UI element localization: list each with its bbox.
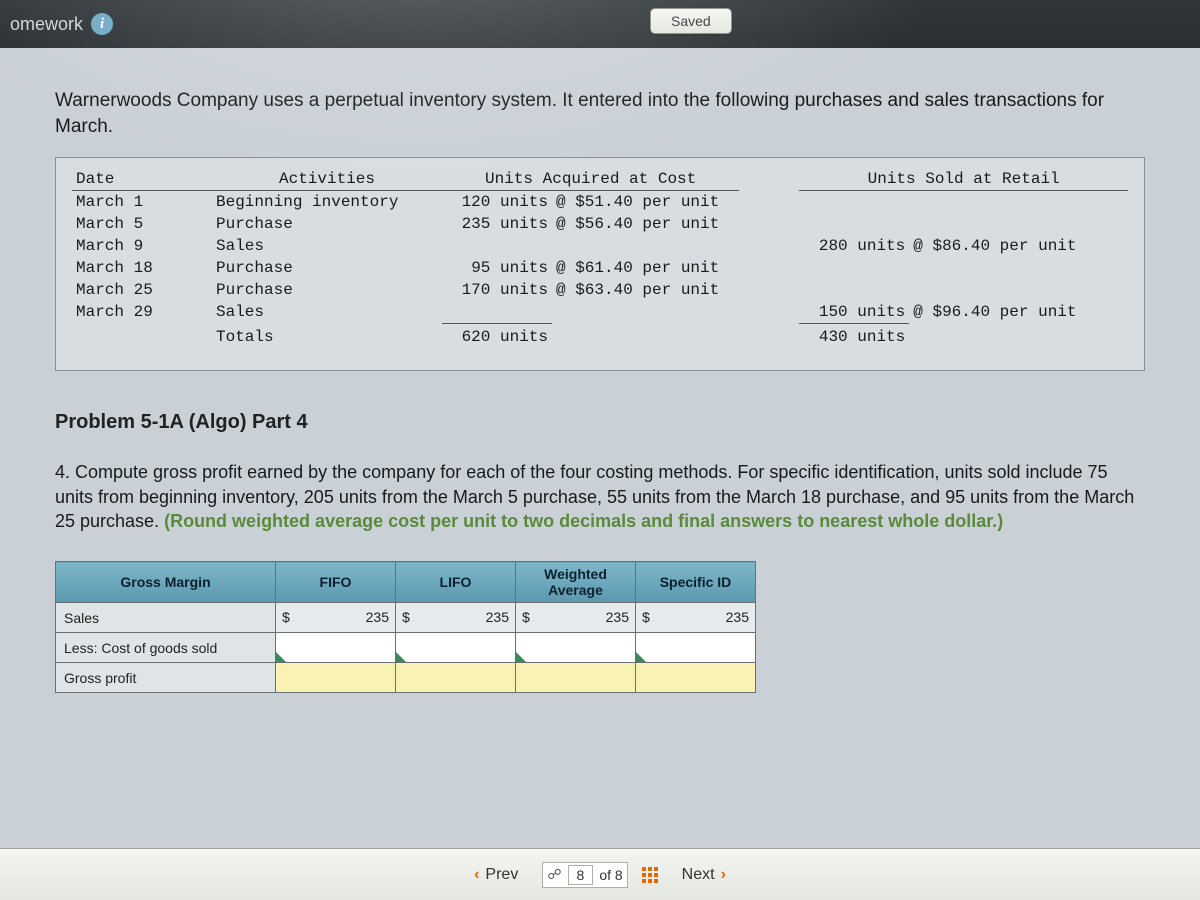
table-cell: March 18	[72, 257, 212, 279]
question-text: 4. Compute gross profit earned by the co…	[55, 460, 1145, 533]
link-icon: ☍	[547, 866, 561, 883]
next-button[interactable]: Next ›	[672, 862, 736, 888]
gp-specid-cell	[636, 663, 756, 693]
row-gross-profit: Gross profit	[56, 663, 276, 693]
col-specific-id: Specific ID	[636, 562, 756, 603]
table-cell: March 29	[72, 301, 212, 324]
table-cell: 280 units	[799, 235, 909, 257]
table-cell: @ $86.40 per unit	[909, 235, 1128, 257]
chevron-left-icon: ‹	[474, 866, 479, 884]
table-cell: 150 units	[799, 301, 909, 324]
cell-handle-icon	[516, 652, 526, 662]
page-indicator[interactable]: ☍ 8 of 8	[542, 862, 627, 888]
table-cell: Beginning inventory	[212, 191, 442, 214]
table-cell: 235 units	[442, 213, 552, 235]
table-cell: Purchase	[212, 257, 442, 279]
gp-wavg-cell	[516, 663, 636, 693]
totals-acq: 620 units	[442, 324, 552, 349]
table-cell: March 1	[72, 191, 212, 214]
col-date: Date	[72, 168, 212, 191]
col-acquired: Units Acquired at Cost	[442, 168, 739, 191]
col-fifo: FIFO	[276, 562, 396, 603]
table-cell: 95 units	[442, 257, 552, 279]
table-cell: @ $56.40 per unit	[552, 213, 739, 235]
totals-sold: 430 units	[799, 324, 909, 349]
page-breadcrumb: omework	[10, 14, 83, 35]
gp-fifo-cell	[276, 663, 396, 693]
gp-lifo-cell	[396, 663, 516, 693]
col-activities: Activities	[212, 168, 442, 191]
sales-specid-cell[interactable]: $235	[636, 603, 756, 633]
totals-label: Totals	[212, 324, 442, 349]
table-cell: @ $96.40 per unit	[909, 301, 1128, 324]
transactions-table: Date Activities Units Acquired at Cost U…	[55, 157, 1145, 371]
cell-handle-icon	[276, 652, 286, 662]
saved-badge: Saved	[650, 8, 732, 34]
table-cell: March 5	[72, 213, 212, 235]
table-cell: Sales	[212, 235, 442, 257]
cell-handle-icon	[396, 652, 406, 662]
table-cell: Purchase	[212, 213, 442, 235]
cogs-specid-input[interactable]	[636, 633, 756, 663]
problem-title: Problem 5-1A (Algo) Part 4	[55, 411, 1145, 434]
table-cell: Purchase	[212, 279, 442, 301]
col-weighted-avg: Weighted Average	[516, 562, 636, 603]
grid-icon[interactable]	[642, 867, 658, 883]
sales-fifo-cell[interactable]: $235	[276, 603, 396, 633]
table-cell: Sales	[212, 301, 442, 324]
col-lifo: LIFO	[396, 562, 516, 603]
prev-label: Prev	[485, 866, 518, 884]
table-cell: March 25	[72, 279, 212, 301]
table-cell: @ $51.40 per unit	[552, 191, 739, 214]
page-total: of 8	[599, 867, 622, 883]
next-label: Next	[682, 866, 715, 884]
question-hint: (Round weighted average cost per unit to…	[164, 511, 1003, 531]
current-page: 8	[568, 865, 594, 885]
cogs-fifo-input[interactable]	[276, 633, 396, 663]
sales-lifo-cell[interactable]: $235	[396, 603, 516, 633]
prev-button[interactable]: ‹ Prev	[464, 862, 528, 888]
bottom-nav: ‹ Prev ☍ 8 of 8 Next ›	[0, 848, 1200, 900]
cogs-lifo-input[interactable]	[396, 633, 516, 663]
row-sales: Sales	[56, 603, 276, 633]
sales-wavg-cell[interactable]: $235	[516, 603, 636, 633]
gross-margin-header: Gross Margin	[56, 562, 276, 603]
problem-intro: Warnerwoods Company uses a perpetual inv…	[55, 88, 1145, 139]
row-cogs: Less: Cost of goods sold	[56, 633, 276, 663]
info-icon[interactable]: i	[91, 13, 113, 35]
col-sold: Units Sold at Retail	[799, 168, 1128, 191]
cell-handle-icon	[636, 652, 646, 662]
answer-table: Gross Margin FIFO LIFO Weighted Average …	[55, 561, 756, 693]
table-cell: March 9	[72, 235, 212, 257]
top-bar: omework i Saved	[0, 0, 1200, 48]
table-cell: 120 units	[442, 191, 552, 214]
cogs-wavg-input[interactable]	[516, 633, 636, 663]
table-cell: @ $61.40 per unit	[552, 257, 739, 279]
chevron-right-icon: ›	[721, 866, 726, 884]
table-cell: @ $63.40 per unit	[552, 279, 739, 301]
table-cell: 170 units	[442, 279, 552, 301]
